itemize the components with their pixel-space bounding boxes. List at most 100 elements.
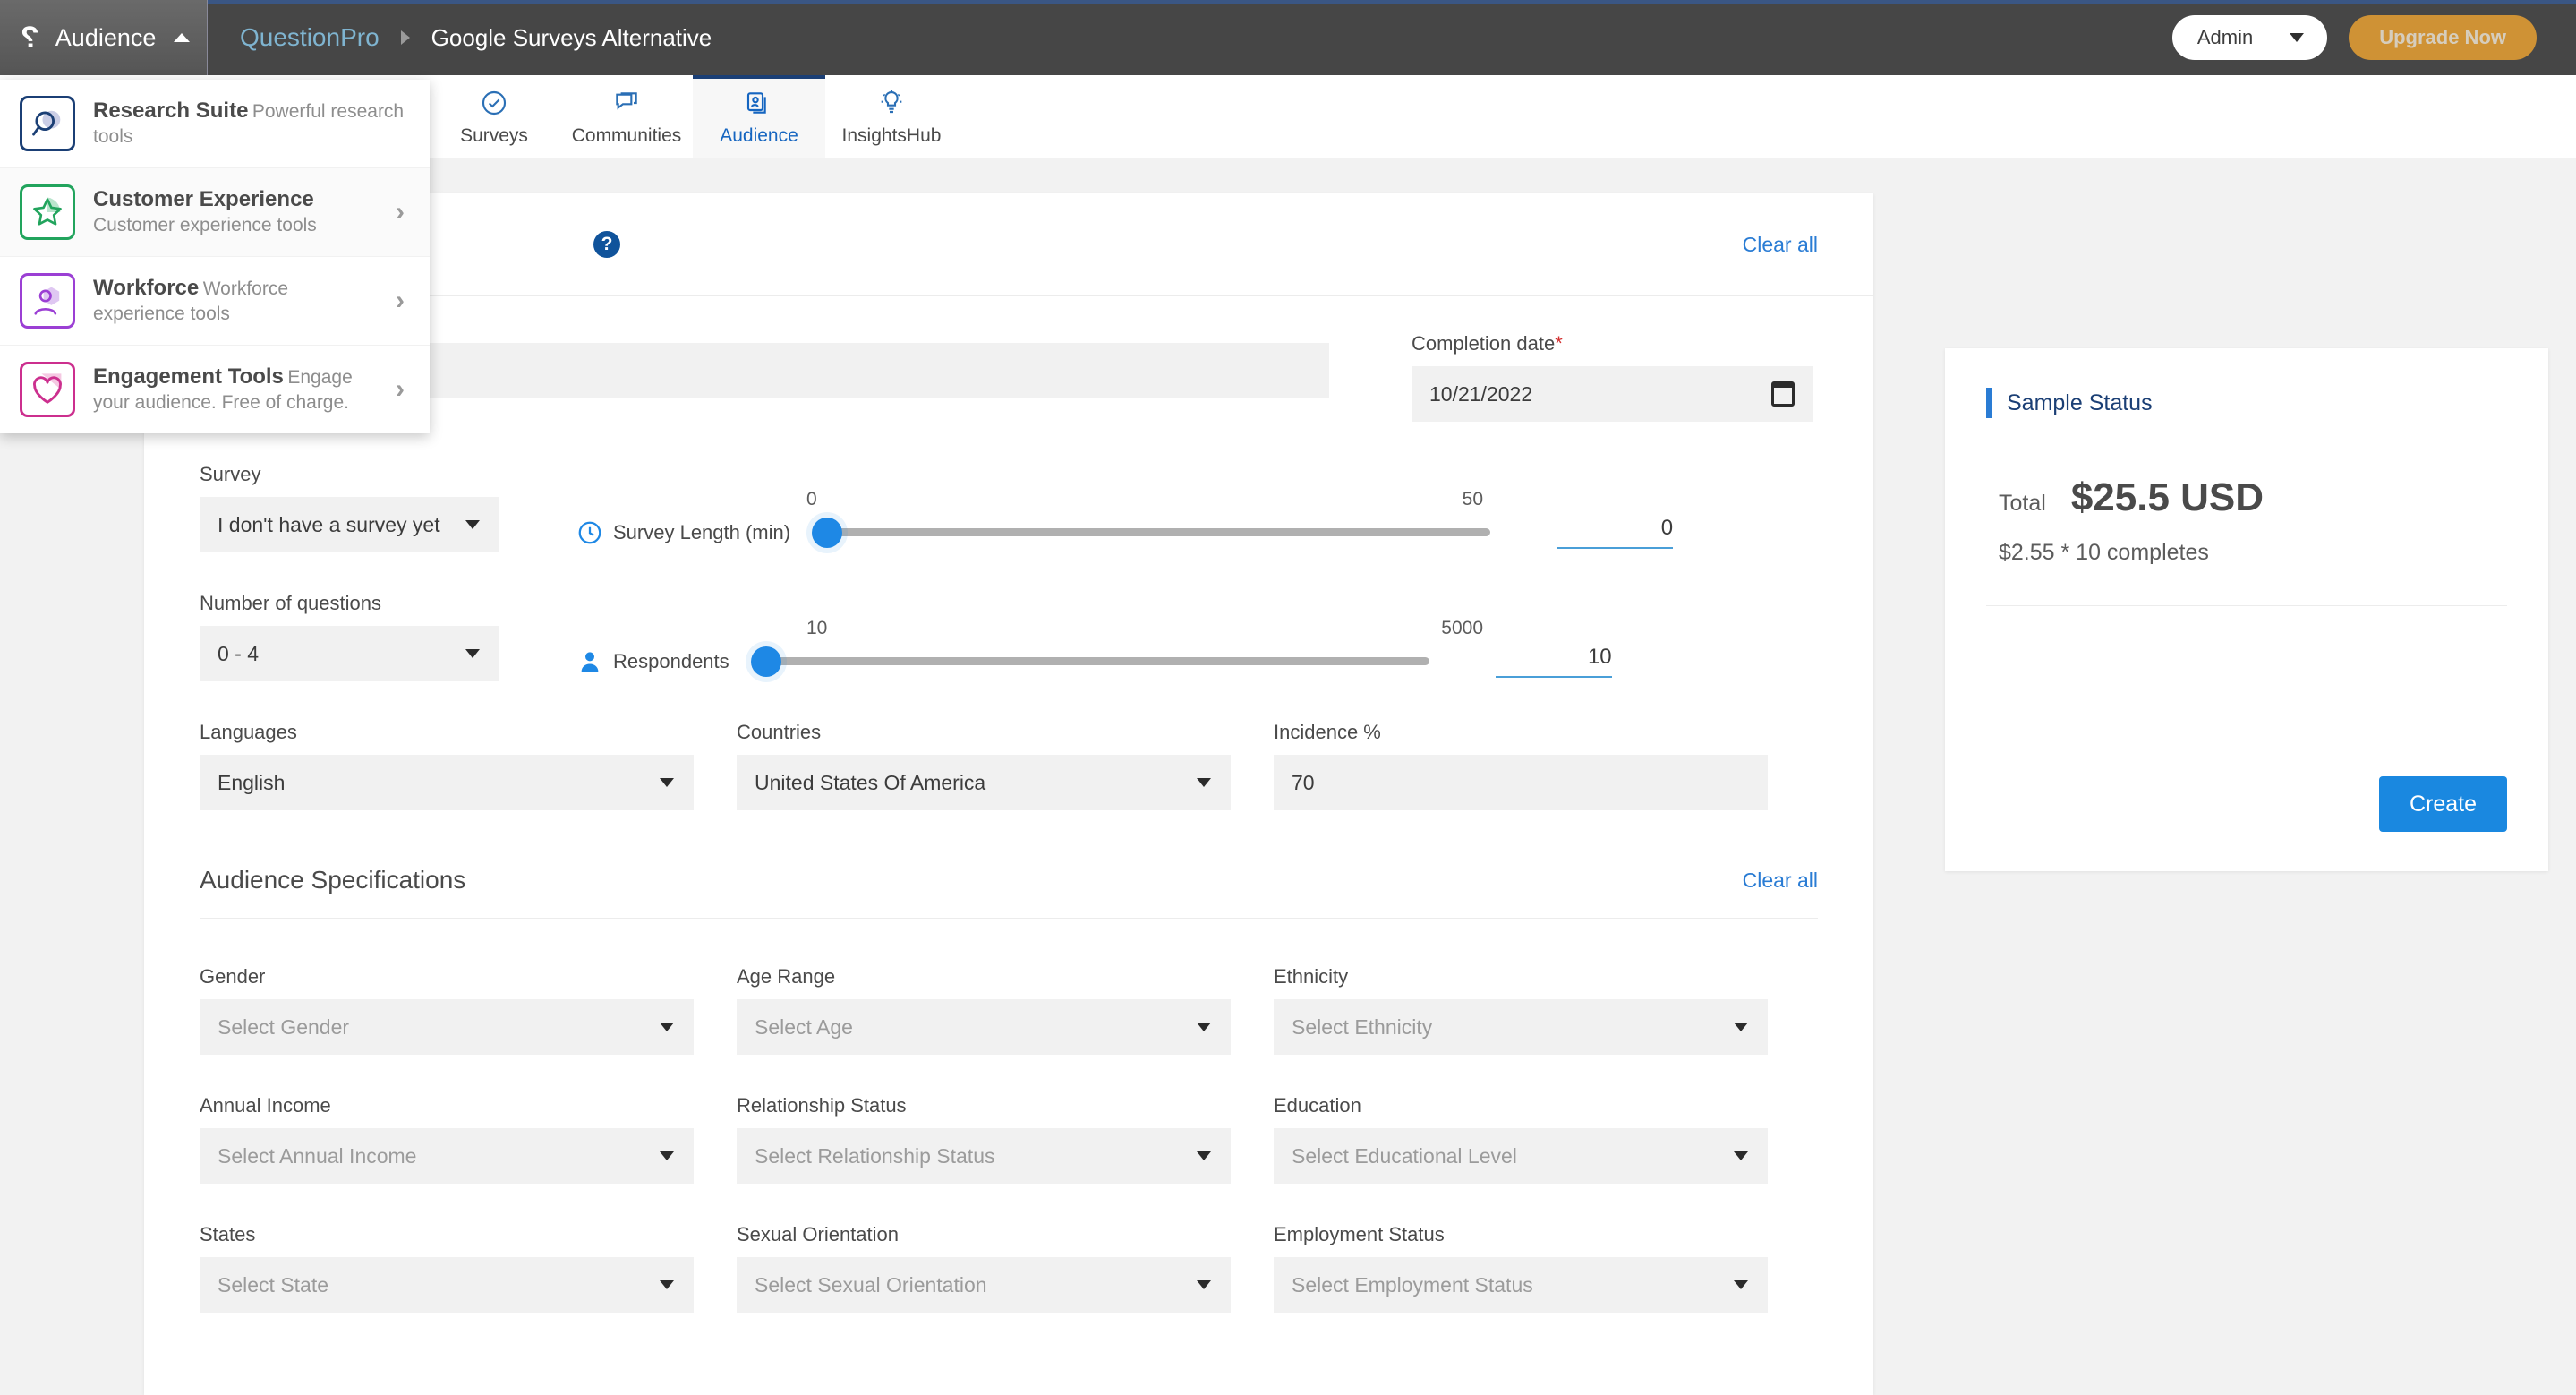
spec-label: Annual Income (200, 1094, 331, 1117)
section-title: Audience Specifications (200, 866, 466, 894)
slider-track (752, 657, 1429, 665)
spec-label: Education (1274, 1094, 1361, 1117)
create-button[interactable]: Create (2378, 776, 2507, 832)
survey-select-group: Survey I don't have a survey yet (200, 463, 499, 552)
dropdown-item-title: Customer Experience (93, 187, 314, 212)
sample-status-title: Sample Status (2007, 389, 2153, 415)
spec-sexual-orientation-select[interactable]: Select Sexual Orientation (737, 1257, 1231, 1313)
spec-relationship-status-select[interactable]: Select Relationship Status (737, 1128, 1231, 1184)
survey-length-name: Survey Length (min) (613, 520, 791, 543)
dropdown-item-engagement-tools[interactable]: Engagement Tools Engage your audience. F… (0, 346, 430, 433)
incidence-input[interactable]: 70 (1274, 755, 1768, 810)
num-questions-select[interactable]: 0 - 4 (200, 626, 499, 681)
completion-date-group: Completion date* 10/21/2022 (1412, 332, 1813, 422)
completion-date-input[interactable]: 10/21/2022 (1412, 366, 1813, 422)
chevron-down-icon (1734, 1280, 1748, 1289)
clear-all-top-link[interactable]: Clear all (1743, 233, 1818, 257)
respondents-slider-group: 10 5000 Respondents 10 (499, 618, 1818, 681)
spec-states-select[interactable]: Select State (200, 1257, 694, 1313)
spec-gender-group: Gender Select Gender (200, 965, 694, 1055)
spec-placeholder: Select Age (755, 1014, 853, 1039)
calendar-icon[interactable] (1771, 381, 1795, 407)
incidence-group: Incidence % 70 (1274, 721, 1768, 810)
survey-select[interactable]: I don't have a survey yet (200, 497, 499, 552)
countries-label: Countries (737, 721, 822, 743)
spec-label: Gender (200, 965, 266, 988)
slider-track (814, 528, 1491, 536)
spec-placeholder: Select Ethnicity (1292, 1014, 1433, 1039)
tab-label: Surveys (460, 124, 528, 146)
num-questions-label: Number of questions (200, 592, 381, 614)
slider-handle[interactable] (750, 646, 781, 677)
clear-all-specs-link[interactable]: Clear all (1743, 869, 1818, 893)
row-respondents: Number of questions 0 - 4 10 5000 Respon… (200, 592, 1818, 681)
spec-age-range-select[interactable]: Select Age (737, 999, 1231, 1055)
languages-select[interactable]: English (200, 755, 694, 810)
completion-date-value: 10/21/2022 (1429, 381, 1533, 406)
spec-employment-status-select[interactable]: Select Employment Status (1274, 1257, 1768, 1313)
tab-audience[interactable]: Audience (693, 75, 825, 158)
specs-row-2: Annual Income Select Annual Income Relat… (200, 1094, 1818, 1184)
tab-communities[interactable]: Communities (560, 75, 693, 158)
spec-sexual-orientation-group: Sexual Orientation Select Sexual Orienta… (737, 1223, 1231, 1313)
chevron-down-icon (1734, 1151, 1748, 1160)
spec-ethnicity-group: Ethnicity Select Ethnicity (1274, 965, 1768, 1055)
countries-group: Countries United States Of America (737, 721, 1231, 810)
countries-select[interactable]: United States Of America (737, 755, 1231, 810)
dropdown-item-text: Engagement Tools Engage your audience. F… (93, 364, 378, 415)
completion-date-label: Completion date* (1412, 332, 1563, 355)
total-value: $25.5 USD (2070, 475, 2265, 519)
survey-length-number-input[interactable]: 0 (1557, 516, 1674, 549)
topbar-accent-stripe (0, 0, 2576, 4)
chevron-down-icon[interactable] (2273, 33, 2327, 42)
chevron-down-icon (660, 1023, 674, 1031)
row-survey-length: Survey I don't have a survey yet 0 50 Su… (200, 463, 1818, 552)
tab-insightshub[interactable]: InsightsHub (825, 75, 958, 158)
spec-education-select[interactable]: Select Educational Level (1274, 1128, 1768, 1184)
slider-handle[interactable] (812, 517, 843, 548)
questionpro-logo-icon: ? (21, 21, 39, 55)
respondents-number-input[interactable]: 10 (1495, 645, 1612, 678)
survey-length-slider-row: Survey Length (min) 0 (576, 516, 1818, 549)
help-icon[interactable]: ? (593, 231, 620, 258)
total-breakdown: $2.55 * 10 completes (1999, 540, 2209, 565)
sample-status-header: Sample Status (1986, 388, 2507, 418)
divider (1986, 605, 2507, 606)
survey-length-slider-group: 0 50 Survey Length (min) 0 (499, 489, 1818, 552)
admin-label: Admin (2196, 26, 2254, 48)
dropdown-item-workforce[interactable]: Workforce Workforce experience tools › (0, 257, 430, 346)
chevron-down-icon (1197, 778, 1211, 787)
dropdown-item-title: Workforce (93, 276, 200, 301)
dropdown-item-customer-experience[interactable]: Customer Experience Customer experience … (0, 168, 430, 257)
spec-ethnicity-select[interactable]: Select Ethnicity (1274, 999, 1768, 1055)
audience-cards-icon (745, 88, 773, 118)
spec-label: Relationship Status (737, 1094, 907, 1117)
survey-value: I don't have a survey yet (218, 512, 440, 536)
slider-min-label: 10 (806, 618, 828, 638)
person-hex-icon (20, 273, 75, 329)
brand-audience-switcher[interactable]: ? Audience (0, 0, 208, 75)
tab-label: Audience (720, 124, 798, 146)
dropdown-item-research-suite[interactable]: Research Suite Powerful research tools (0, 80, 430, 168)
upgrade-now-button[interactable]: Upgrade Now (2349, 15, 2537, 60)
num-questions-group: Number of questions 0 - 4 (200, 592, 499, 681)
chevron-down-icon (660, 1151, 674, 1160)
spec-placeholder: Select Employment Status (1292, 1272, 1533, 1297)
chevron-down-icon (1197, 1280, 1211, 1289)
sample-status-card: Sample Status Total $25.5 USD $2.55 * 10… (1945, 348, 2548, 871)
survey-length-slider[interactable] (812, 517, 1491, 548)
spec-placeholder: Select State (218, 1272, 329, 1297)
spec-gender-select[interactable]: Select Gender (200, 999, 694, 1055)
spec-label: States (200, 1223, 256, 1245)
top-bar: ? Audience QuestionPro Google Surveys Al… (0, 0, 2576, 75)
tab-surveys[interactable]: Surveys (428, 75, 560, 158)
chevron-down-icon (660, 1280, 674, 1289)
spec-annual-income-select[interactable]: Select Annual Income (200, 1128, 694, 1184)
chevron-down-icon (1734, 1023, 1748, 1031)
chevron-down-icon (660, 778, 674, 787)
respondents-slider[interactable] (750, 646, 1429, 677)
admin-menu-button[interactable]: Admin (2171, 15, 2328, 60)
slider-max-label: 5000 (1441, 618, 1483, 638)
survey-length-range-labels: 0 50 (806, 489, 1483, 510)
breadcrumb-root-link[interactable]: QuestionPro (240, 23, 380, 52)
